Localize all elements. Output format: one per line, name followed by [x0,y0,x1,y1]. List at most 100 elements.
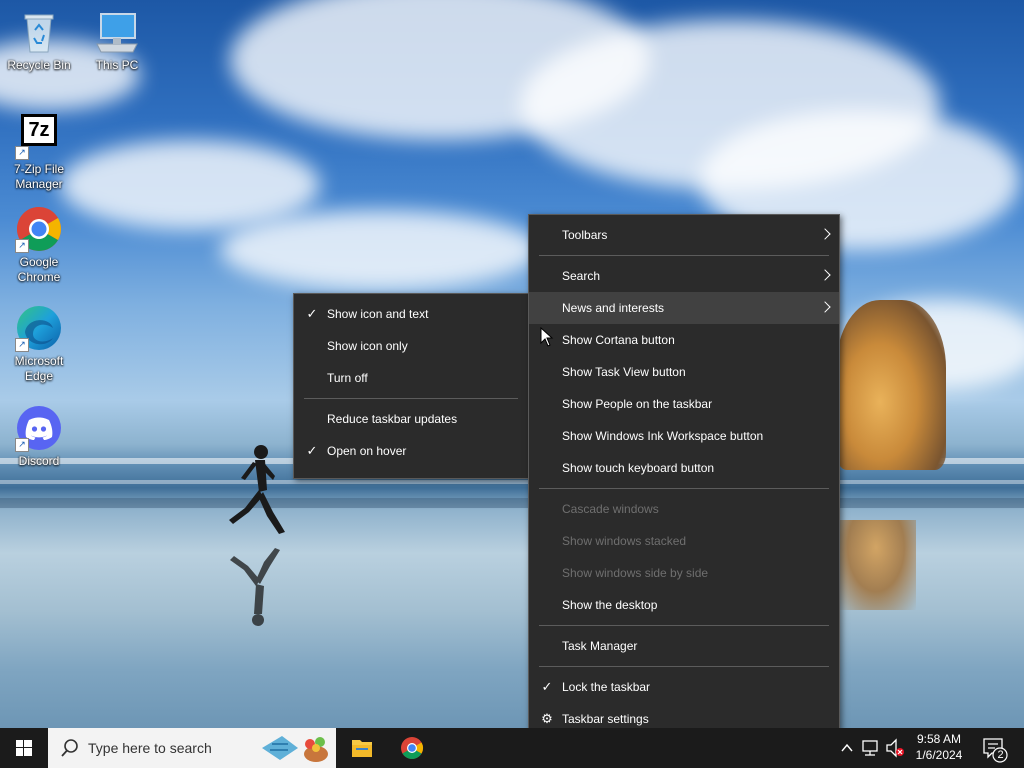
desktop-icon-discord[interactable]: ↗ Discord [1,404,77,469]
menu-item-show-people[interactable]: Show People on the taskbar [529,388,839,420]
desktop-icon-label-line1: 7-Zip File [13,162,64,176]
menu-separator [304,398,518,399]
folder-icon [352,740,372,757]
menu-item-show-windows-stacked: Show windows stacked [529,525,839,557]
chevron-right-icon [819,269,831,281]
notification-count-badge: 2 [997,749,1004,761]
menu-item-label: Show Task View button [562,365,686,379]
volume-button[interactable] [884,728,906,768]
menu-item-show-task-view-button[interactable]: Show Task View button [529,356,839,388]
search-highlight-icon [262,736,328,762]
menu-item-cascade-windows: Cascade windows [529,493,839,525]
mouse-cursor-icon [540,327,554,347]
shortcut-arrow-icon: ↗ [15,146,29,160]
menu-item-label: Taskbar settings [562,712,649,726]
menu-item-label: Show Windows Ink Workspace button [562,429,764,443]
menu-separator [539,625,829,626]
checkmark-icon: ✓ [306,443,318,458]
taskbar-file-explorer[interactable] [338,728,386,768]
menu-item-reduce-taskbar-updates[interactable]: Reduce taskbar updates [294,403,528,435]
desktop-icon-edge[interactable]: ↗ Microsoft Edge [1,304,77,384]
rock-reflection [836,520,916,610]
runner-silhouette [229,445,285,534]
menu-item-label: Turn off [327,371,368,385]
this-pc-icon [96,13,138,53]
start-button[interactable] [0,728,48,768]
menu-item-label: Search [562,269,601,283]
volume-muted-icon [886,738,904,758]
menu-item-label: Show People on the taskbar [562,397,713,411]
taskbar[interactable]: Type here to search 9:58 AM 1/6/2024 2 [0,728,1024,768]
menu-item-label: Show windows side by side [562,566,709,580]
clock-time: 9:58 AM [916,732,962,746]
action-center-button[interactable]: 2 [980,728,1010,768]
menu-item-label: Lock the taskbar [562,680,651,694]
menu-item-label: Reduce taskbar updates [327,412,458,426]
chevron-right-icon [819,301,831,313]
network-status-button[interactable] [860,728,882,768]
menu-item-show-icon-only[interactable]: Show icon only [294,330,528,362]
shortcut-arrow-icon: ↗ [15,338,29,352]
desktop-icon-label-line2: Manager [15,177,63,191]
desktop-icon-label: Recycle Bin [7,58,71,72]
search-placeholder: Type here to search [88,740,212,756]
checkmark-icon: ✓ [541,679,553,694]
windows-logo-icon [16,740,32,756]
menu-item-show-ink-workspace[interactable]: Show Windows Ink Workspace button [529,420,839,452]
menu-item-turn-off[interactable]: Turn off [294,362,528,394]
menu-item-label: Show icon only [327,339,408,353]
show-hidden-icons-button[interactable] [838,728,856,768]
menu-item-search[interactable]: Search [529,260,839,292]
menu-item-label: Cascade windows [562,502,659,516]
shortcut-arrow-icon: ↗ [15,239,29,253]
runner-reflection [230,548,280,626]
menu-item-open-on-hover[interactable]: ✓ Open on hover [294,435,528,467]
rock-formation [836,300,946,470]
menu-item-label: Show icon and text [327,307,429,321]
menu-item-show-icon-and-text[interactable]: ✓ Show icon and text [294,298,528,330]
chevron-right-icon [819,228,831,240]
desktop-icon-chrome[interactable]: ↗ Google Chrome [1,205,77,285]
menu-item-show-windows-side-by-side: Show windows side by side [529,557,839,589]
menu-item-lock-the-taskbar[interactable]: ✓ Lock the taskbar [529,671,839,703]
shortcut-arrow-icon: ↗ [15,438,29,452]
menu-item-label: Task Manager [562,639,638,653]
search-icon [61,739,78,757]
clock-date: 1/6/2024 [915,748,963,762]
7zip-icon: 7z [21,114,57,146]
desktop-icon-label-line1: Microsoft [14,354,64,368]
menu-item-label: News and interests [562,301,665,315]
menu-item-toolbars[interactable]: Toolbars [529,219,839,251]
menu-item-task-manager[interactable]: Task Manager [529,630,839,662]
menu-separator [539,255,829,256]
chrome-icon [401,737,423,759]
desktop-icon-recycle-bin[interactable]: Recycle Bin [1,8,77,73]
taskbar-clock[interactable]: 9:58 AM 1/6/2024 [904,731,974,765]
menu-item-news-and-interests[interactable]: News and interests [529,292,839,324]
news-interests-submenu: ✓ Show icon and text Show icon only Turn… [293,293,529,479]
menu-item-show-cortana-button[interactable]: Show Cortana button [529,324,839,356]
menu-item-label: Show windows stacked [562,534,687,548]
menu-item-show-the-desktop[interactable]: Show the desktop [529,589,839,621]
chevron-up-icon [841,743,853,752]
taskbar-chrome[interactable] [388,728,436,768]
notification-icon [983,738,1008,763]
menu-item-show-touch-keyboard[interactable]: Show touch keyboard button [529,452,839,484]
menu-item-label: Toolbars [562,228,608,242]
menu-item-label: Show touch keyboard button [562,461,715,475]
desktop-icon-7zip[interactable]: 7z ↗ 7-Zip File Manager [1,112,77,192]
desktop-icon-label-line2: Edge [24,369,54,383]
desktop-icon-label-line1: Google [19,255,59,269]
checkmark-icon: ✓ [306,306,318,321]
desktop-icon-this-pc[interactable]: This PC [79,8,155,73]
menu-separator [539,488,829,489]
desktop-icon-label: This PC [95,58,139,72]
desktop-icon-label: Discord [18,454,60,468]
recycle-bin-icon [24,14,54,53]
taskbar-context-menu: Toolbars Search News and interests Show … [528,214,840,748]
taskbar-search-box[interactable]: Type here to search [48,728,336,768]
menu-item-label: Show Cortana button [562,333,675,347]
menu-item-label: Open on hover [327,444,407,458]
desktop-icon-label-line2: Chrome [17,270,61,284]
menu-item-label: Show the desktop [562,598,658,612]
